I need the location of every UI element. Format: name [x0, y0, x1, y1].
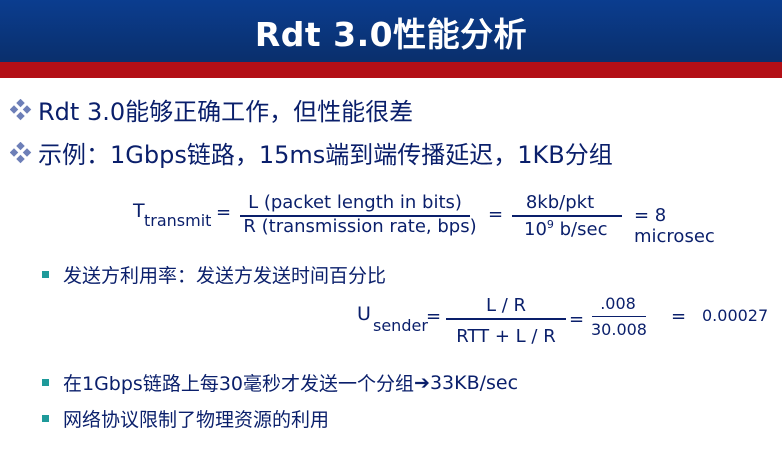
denominator-base: 10: [524, 219, 547, 240]
fraction-numerator: L / R: [485, 295, 527, 316]
fraction-numerator: L (packet length in bits): [248, 192, 462, 213]
formula-equals: =: [488, 204, 504, 225]
right-arrow-icon: ➔: [414, 371, 430, 394]
denominator-unit: b/sec: [553, 219, 608, 240]
bullet-text: Rdt 3.0能够正确工作，但性能很差: [38, 98, 414, 126]
formula-result: 0.00027: [702, 306, 769, 325]
fraction-numerator: .008: [600, 294, 636, 313]
sub-bullet-1: 发送方利用率：发送方发送时间百分比: [42, 261, 386, 288]
formula-lhs-sub: sender: [373, 316, 428, 335]
bullet-text: 示例：1Gbps链路，15ms端到端传播延迟，1KB分组: [38, 141, 613, 169]
diamond-bullet-icon: [10, 141, 32, 164]
diamond-bullet-icon: [10, 98, 32, 121]
sub-bullet-text: 网络协议限制了物理资源的利用: [63, 409, 330, 431]
fraction-numerator: 8kb/pkt: [525, 192, 595, 213]
square-bullet-icon: [42, 379, 49, 386]
square-bullet-icon: [42, 271, 49, 278]
fraction-denominator: R (transmission rate, bps): [243, 216, 477, 237]
square-bullet-icon: [42, 415, 49, 422]
fraction-bar: [592, 316, 646, 317]
formula-equals: =: [671, 306, 687, 327]
sub-bullet-3: 网络协议限制了物理资源的利用: [42, 405, 329, 432]
title-accent-strip: [0, 62, 782, 78]
sub-bullet-text: 发送方利用率：发送方发送时间百分比: [63, 265, 387, 287]
sub-bullet-result: 33KB/sec: [429, 371, 519, 394]
sub-bullet-text: 在1Gbps链路上每30毫秒才发送一个分组: [63, 373, 415, 395]
formula-equals: =: [569, 309, 585, 330]
fraction-bar: [446, 318, 566, 320]
formula-lhs-sub: transmit: [144, 211, 212, 230]
formula-equals: =: [216, 202, 232, 223]
denominator-exponent: 9: [546, 218, 554, 231]
bullet-1: Rdt 3.0能够正确工作，但性能很差: [10, 92, 413, 127]
fraction-denominator: 109 b/sec: [524, 218, 624, 240]
fraction-denominator: 30.008: [591, 320, 647, 339]
formula-lhs: T: [133, 200, 145, 222]
formula-lhs: U: [357, 303, 371, 325]
sub-bullet-2: 在1Gbps链路上每30毫秒才发送一个分组 ➔ 33KB/sec: [42, 369, 518, 396]
fraction-bar: [512, 215, 622, 217]
slide-title: Rdt 3.0性能分析: [254, 15, 528, 54]
formula-equals: =: [426, 306, 442, 327]
bullet-2: 示例：1Gbps链路，15ms端到端传播延迟，1KB分组: [10, 135, 613, 170]
formula-result: = 8 microsec: [634, 205, 715, 247]
fraction-denominator: RTT + L / R: [456, 326, 556, 347]
